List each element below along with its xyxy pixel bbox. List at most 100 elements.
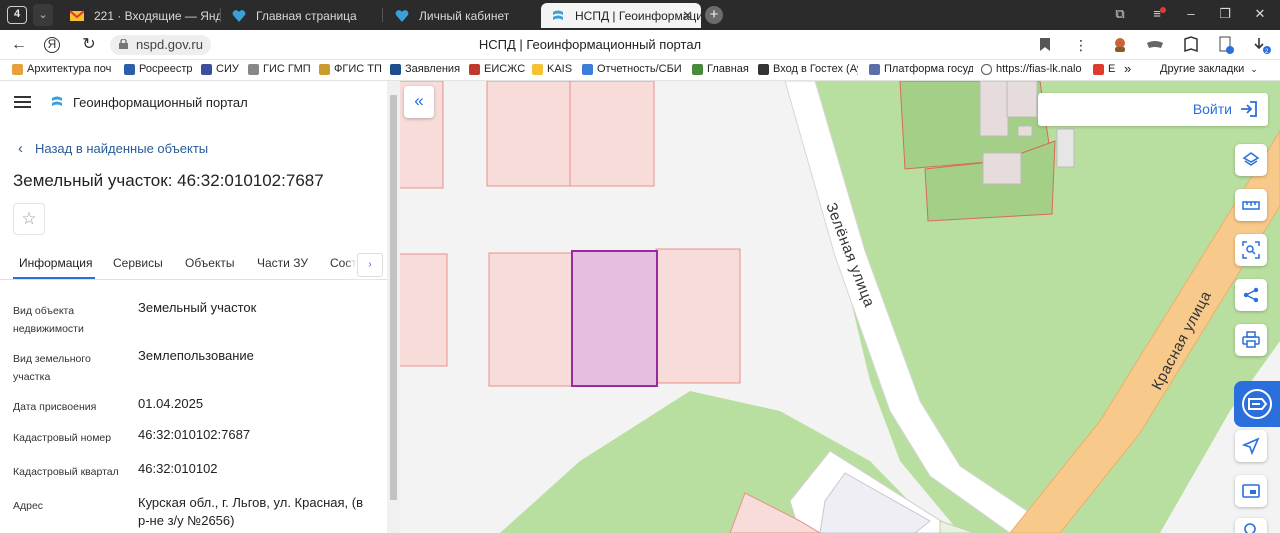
building: [1006, 81, 1038, 118]
back-link-label: Назад в найденные объекты: [35, 141, 209, 156]
tab-services[interactable]: Сервисы: [113, 256, 163, 270]
field-label: Кадастровый номер: [13, 432, 112, 444]
restore-icon[interactable]: ❐: [1215, 6, 1235, 22]
close-tab-icon[interactable]: ✕: [682, 8, 693, 24]
tab-home[interactable]: Главная страница: [222, 3, 382, 28]
field-value: 46:32:010102:7687: [138, 427, 251, 442]
layers-button[interactable]: [1235, 144, 1267, 176]
field-label: Дата присвоения: [13, 401, 97, 413]
bookmark-item[interactable]: Вход в Гостех (Ау: [758, 63, 858, 75]
bookmark-item[interactable]: СИУ: [201, 63, 241, 75]
ruler-icon: [1242, 201, 1260, 210]
page-title: НСПД | Геоинформационный портал: [478, 37, 702, 52]
bookmark-item[interactable]: Заявления: [390, 63, 462, 75]
favorite-star-icon[interactable]: ☆: [13, 203, 45, 235]
tab-parts[interactable]: Части ЗУ: [257, 256, 308, 270]
panel-scrollbar-thumb[interactable]: [390, 95, 397, 500]
back-to-results-link[interactable]: ‹ Назад в найденные объекты: [18, 140, 208, 157]
chevron-down-icon: ⌄: [1250, 63, 1258, 74]
collapse-panel-button[interactable]: «: [404, 86, 434, 118]
address-bar: ← Я ↻ nspd.gov.ru НСПД | Геоинформационн…: [0, 30, 1280, 60]
login-label: Войти: [1192, 101, 1232, 117]
tab-counter[interactable]: 4: [7, 6, 27, 24]
bookmark-item[interactable]: Архитектура поч: [12, 63, 116, 75]
bookmark-item[interactable]: ФГИС ТП: [319, 63, 383, 75]
bookmark-item[interactable]: Росреестр: [124, 63, 194, 75]
bookmarks-more-icon[interactable]: »: [1124, 61, 1131, 76]
more-icon[interactable]: ⋮: [1071, 35, 1091, 55]
chevron-left-icon: ‹: [18, 140, 23, 157]
field-label: Вид объекта недвижимости: [13, 305, 84, 335]
field-label: Адрес: [13, 500, 44, 512]
nspd-icon: [553, 10, 563, 20]
bookmark-item[interactable]: E: [1093, 63, 1115, 75]
heart-icon: [395, 9, 409, 22]
panel-tabs: Информация Сервисы Объекты Части ЗУ Сост…: [0, 249, 387, 280]
tab-cabinet[interactable]: Личный кабинет: [385, 3, 540, 28]
share-icon: [1243, 287, 1259, 303]
search-icon: [1244, 522, 1256, 533]
building: [982, 152, 1022, 185]
info-panel: Геоинформационный портал ‹ Назад в найде…: [0, 81, 387, 533]
extension-icon[interactable]: [1111, 36, 1129, 54]
active-tab-indicator: [13, 277, 95, 279]
minimize-icon[interactable]: –: [1181, 6, 1201, 21]
extension-icon[interactable]: [1146, 36, 1164, 54]
field-label: Кадастровый квартал: [13, 466, 119, 478]
locate-button[interactable]: [1235, 430, 1267, 462]
menu-icon[interactable]: [14, 96, 31, 108]
extension-icon[interactable]: [1217, 36, 1235, 54]
assistant-button[interactable]: [1234, 381, 1280, 427]
object-title: Земельный участок: 46:32:010102:7687: [13, 171, 324, 190]
minimap-icon: [1242, 484, 1260, 498]
extension-icon[interactable]: [1182, 36, 1200, 54]
tab-nspd[interactable]: НСПД | Геоинформаци ✕: [541, 3, 701, 28]
browser-tab-strip: 4 ⌄ 221 · Входящие — Яндекс Главная стра…: [0, 0, 1280, 30]
field-value: 01.04.2025: [138, 396, 204, 411]
map-canvas[interactable]: Зелёная улица Красная улица: [400, 81, 1280, 533]
map-layer: Зелёная улица Красная улица: [400, 81, 1280, 533]
parcel: [488, 252, 574, 387]
heart-icon: [232, 9, 246, 22]
new-tab-button[interactable]: +: [705, 6, 723, 24]
login-icon: [1241, 101, 1257, 117]
tab-label: 221 · Входящие — Яндекс: [94, 8, 220, 23]
tab-label: Личный кабинет: [419, 8, 510, 23]
select-area-button[interactable]: [1235, 234, 1267, 266]
bookmark-item[interactable]: Платформа госуд: [869, 63, 973, 75]
bookmark-item[interactable]: KAIS: [532, 63, 574, 75]
login-button[interactable]: Войти: [1038, 93, 1268, 126]
other-bookmarks[interactable]: Другие закладки ⌄: [1160, 63, 1258, 75]
download-icon[interactable]: 2: [1253, 36, 1271, 54]
layers-icon: [1242, 152, 1260, 166]
collections-icon[interactable]: ⧉: [1110, 6, 1130, 22]
parcel: [486, 81, 572, 187]
selected-parcel[interactable]: [571, 250, 658, 387]
field-value: Курская обл., г. Льгов, ул. Красная, (в …: [138, 495, 363, 528]
tab-information[interactable]: Информация: [19, 256, 92, 270]
assistant-icon: [1242, 389, 1272, 419]
ruler-button[interactable]: [1235, 189, 1267, 221]
bookmark-item[interactable]: ГИС ГМП: [248, 63, 312, 75]
menu-icon[interactable]: ≡: [1147, 6, 1167, 21]
bookmark-item[interactable]: Главная: [692, 63, 752, 75]
close-window-icon[interactable]: ✕: [1250, 6, 1270, 22]
zoom-button[interactable]: [1235, 518, 1267, 533]
tab-label: Главная страница: [256, 8, 357, 23]
mail-icon: [70, 9, 84, 21]
tab-mail[interactable]: 221 · Входящие — Яндекс: [60, 3, 220, 28]
bookmark-item[interactable]: ЕИСЖС: [469, 63, 525, 75]
print-button[interactable]: [1235, 324, 1267, 356]
select-area-icon: [1242, 241, 1260, 259]
bookmark-item[interactable]: https://fias-lk.nalo: [981, 63, 1085, 75]
share-button[interactable]: [1235, 279, 1267, 311]
tab-objects[interactable]: Объекты: [185, 256, 235, 270]
field-value: Землепользование: [138, 348, 254, 363]
parcel: [400, 253, 448, 367]
minimap-button[interactable]: [1235, 475, 1267, 507]
nspd-logo-icon: [52, 96, 62, 106]
tab-list-dropdown-icon[interactable]: ⌄: [33, 4, 53, 26]
tabs-next-button[interactable]: ›: [357, 253, 383, 277]
portal-title: Геоинформационный портал: [73, 95, 248, 110]
bookmark-item[interactable]: Отчетность/СБИС: [582, 63, 682, 75]
